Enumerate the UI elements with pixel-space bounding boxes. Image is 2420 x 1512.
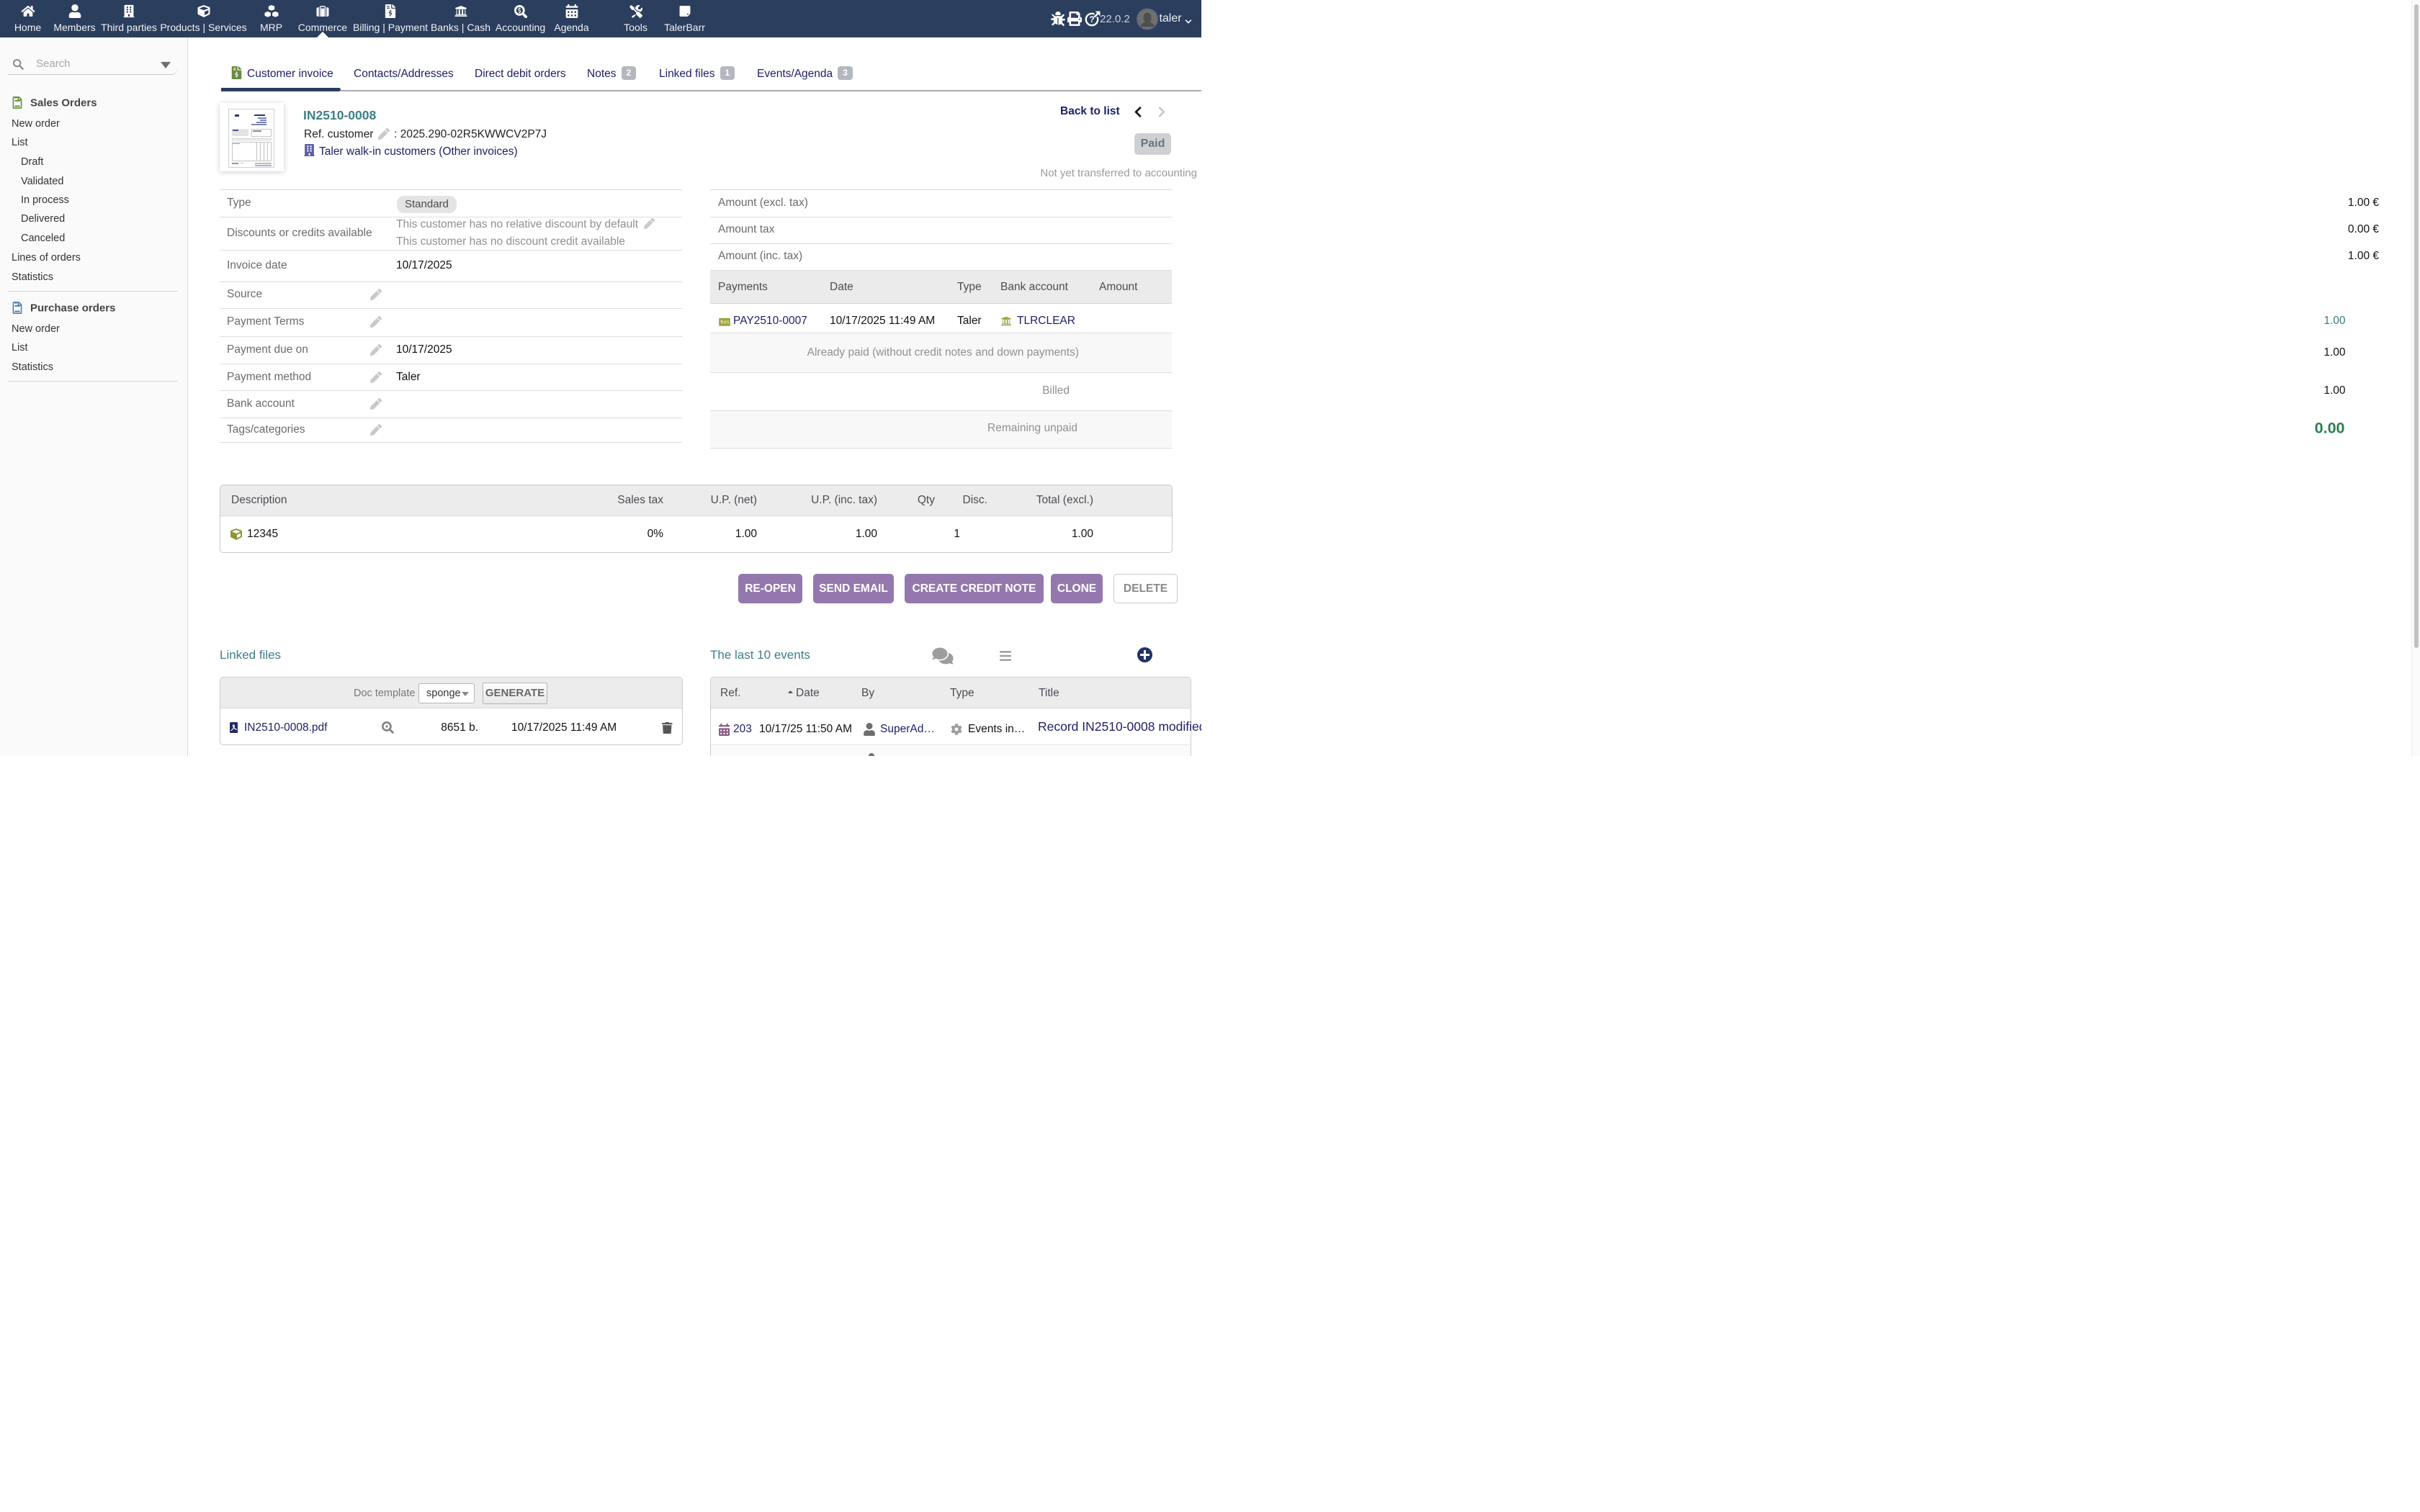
svg-text:?: ? (1089, 14, 1094, 24)
